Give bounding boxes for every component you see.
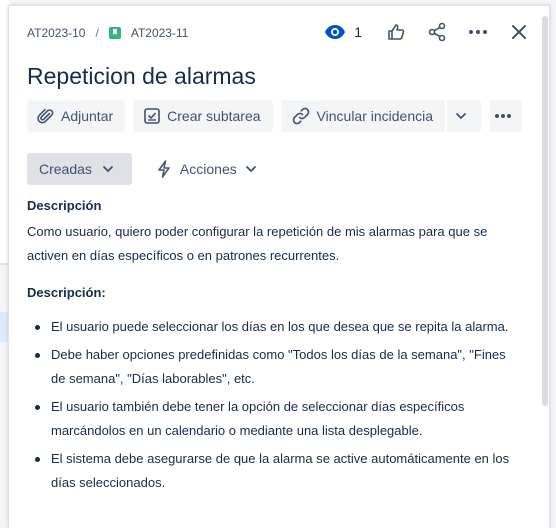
lightning-icon — [158, 160, 170, 178]
create-subtask-label: Crear subtarea — [167, 108, 261, 124]
list-item-text: Debe haber opciones predefinidas como "T… — [51, 347, 506, 386]
link-issue-button[interactable]: Vincular incidencia — [280, 100, 446, 132]
list-item-text: El usuario puede seleccionar los días en… — [51, 319, 509, 334]
bullet-icon — [35, 325, 40, 330]
create-subtask-button[interactable]: Crear subtarea — [133, 100, 273, 132]
subtask-icon — [144, 108, 160, 124]
list-item-text: El usuario también debe tener la opción … — [51, 399, 465, 438]
breadcrumb: AT2023-10 / AT2023-11 — [27, 24, 188, 42]
eye-icon — [325, 25, 346, 39]
header-actions: 1 — [324, 20, 531, 44]
story-icon — [108, 27, 121, 39]
description-subheading: Descripción: — [27, 285, 106, 300]
chevron-down-icon — [245, 166, 256, 173]
chevron-down-icon — [456, 113, 466, 120]
paperclip-icon — [37, 108, 54, 124]
watch-button[interactable]: 1 — [324, 24, 362, 40]
list-item: El sistema debe asegurarse de que la ala… — [33, 447, 523, 495]
list-item: El usuario puede seleccionar los días en… — [33, 315, 523, 339]
chevron-down-icon — [103, 166, 113, 173]
list-item-text: El sistema debe asegurarse de que la ala… — [51, 451, 510, 490]
issue-key-link[interactable]: AT2023-11 — [131, 26, 189, 40]
watchers-count: 1 — [354, 24, 362, 40]
close-button[interactable] — [507, 20, 531, 44]
bullet-icon — [35, 405, 40, 410]
list-item: El usuario también debe tener la opción … — [33, 395, 523, 443]
link-icon — [292, 107, 309, 125]
issue-detail-panel: AT2023-10 / AT2023-11 1 Repeticion de al… — [8, 5, 550, 528]
link-issue-split-button: Vincular incidencia — [280, 100, 482, 132]
issue-title[interactable]: Repeticion de alarmas — [27, 63, 256, 90]
description-list: El usuario puede seleccionar los días en… — [33, 315, 523, 499]
toolbar-more-button[interactable] — [490, 100, 523, 132]
description-heading: Descripción — [27, 198, 102, 213]
issue-toolbar: Adjuntar Crear subtarea Vincular inciden… — [27, 100, 530, 132]
like-button[interactable] — [384, 20, 408, 44]
panel-scrollbar[interactable] — [542, 16, 548, 406]
status-label: Creadas — [39, 161, 92, 177]
more-options-button[interactable] — [466, 20, 490, 44]
more-icon — [469, 30, 487, 34]
thumbs-up-icon — [388, 24, 405, 40]
list-item: Debe haber opciones predefinidas como "T… — [33, 343, 523, 391]
close-icon — [512, 25, 526, 39]
bullet-icon — [35, 457, 40, 462]
status-dropdown[interactable]: Creadas — [27, 153, 132, 185]
link-issue-dropdown[interactable] — [447, 100, 482, 132]
attach-label: Adjuntar — [61, 108, 114, 124]
actions-label: Acciones — [179, 161, 237, 177]
attach-button[interactable]: Adjuntar — [27, 100, 126, 132]
link-issue-label: Vincular incidencia — [316, 108, 434, 124]
status-row: Creadas Acciones — [27, 153, 257, 185]
breadcrumb-separator: / — [95, 26, 99, 40]
more-icon — [495, 114, 512, 118]
bullet-icon — [35, 353, 40, 358]
share-button[interactable] — [425, 20, 449, 44]
share-icon — [428, 22, 446, 42]
actions-dropdown[interactable]: Acciones — [156, 160, 257, 178]
description-summary[interactable]: Como usuario, quiero poder configurar la… — [27, 220, 527, 268]
parent-issue-link[interactable]: AT2023-10 — [27, 26, 85, 40]
